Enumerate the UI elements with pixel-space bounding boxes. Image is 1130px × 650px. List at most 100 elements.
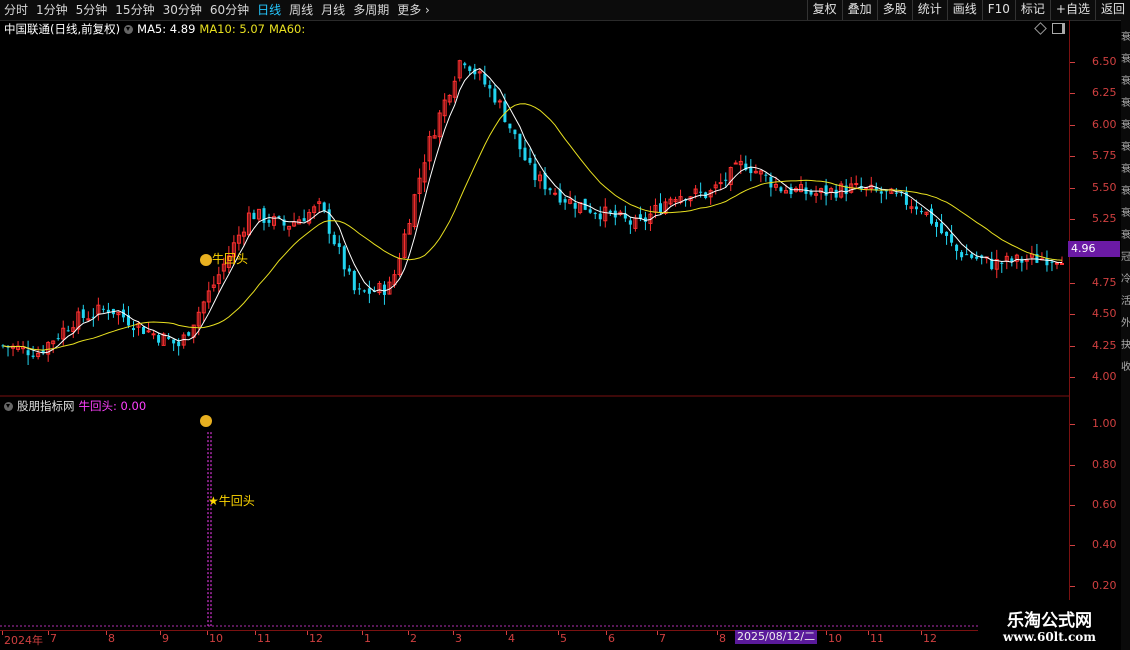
date-tick bbox=[606, 631, 607, 635]
side-char: 衰 bbox=[1121, 32, 1130, 43]
date-label: 11 bbox=[870, 632, 884, 645]
candle-body bbox=[1050, 261, 1054, 263]
candle-body bbox=[1045, 258, 1049, 266]
candle-body bbox=[468, 66, 472, 71]
candle-body bbox=[277, 216, 281, 218]
date-tick bbox=[921, 631, 922, 635]
candle-body bbox=[357, 288, 361, 290]
candle-body bbox=[919, 211, 923, 213]
candle-body bbox=[824, 185, 828, 196]
ma-line-5 bbox=[2, 68, 1063, 354]
candle-body bbox=[497, 100, 502, 103]
candle-body bbox=[302, 218, 306, 222]
candle-body bbox=[177, 341, 181, 347]
candle-body bbox=[588, 209, 592, 213]
date-label: 6 bbox=[608, 632, 615, 645]
money-bag-icon bbox=[200, 415, 212, 427]
date-axis: 2024年789101112123456789101112 bbox=[0, 630, 980, 647]
candle-body bbox=[724, 179, 728, 181]
candle-body bbox=[337, 243, 341, 247]
candle-body bbox=[131, 328, 135, 331]
candle-body bbox=[347, 268, 351, 272]
date-label: 8 bbox=[108, 632, 115, 645]
candle-body bbox=[187, 332, 191, 336]
side-info-strip: 衰衰衰衰衰衰衰衰衰衰冠冷活外抉收 bbox=[1121, 20, 1130, 650]
date-tick bbox=[868, 631, 869, 635]
candle-body bbox=[563, 199, 567, 203]
candle-body bbox=[31, 355, 35, 357]
candle-body bbox=[518, 133, 522, 150]
date-tick bbox=[362, 631, 363, 635]
candle-body bbox=[914, 206, 918, 210]
candle-body bbox=[894, 192, 898, 194]
side-char: 衰 bbox=[1121, 54, 1130, 65]
side-char: 收 bbox=[1121, 362, 1130, 373]
date-label: 12 bbox=[923, 632, 937, 645]
candle-body bbox=[463, 63, 467, 66]
date-tick bbox=[657, 631, 658, 635]
date-label: 5 bbox=[560, 632, 567, 645]
candle-body bbox=[975, 256, 979, 259]
candle-body bbox=[157, 334, 161, 343]
side-char: 衰 bbox=[1121, 142, 1130, 153]
date-label: 1 bbox=[364, 632, 371, 645]
date-label: 3 bbox=[455, 632, 462, 645]
side-char: 衰 bbox=[1121, 230, 1130, 241]
watermark: 乐淘公式网 www.60lt.com bbox=[978, 600, 1121, 650]
candle-body bbox=[940, 223, 944, 234]
date-tick bbox=[2, 631, 3, 635]
candle-body bbox=[955, 244, 959, 251]
candle-body bbox=[945, 231, 949, 236]
candle-body bbox=[172, 339, 176, 344]
candle-body bbox=[573, 203, 577, 209]
candle-body bbox=[81, 309, 85, 318]
date-label: 7 bbox=[659, 632, 666, 645]
date-label: 12 bbox=[309, 632, 323, 645]
side-char: 抉 bbox=[1121, 340, 1130, 351]
candle-body bbox=[488, 85, 492, 89]
sub-signal-marker bbox=[200, 415, 212, 430]
ma-line-20 bbox=[2, 103, 1063, 351]
date-label: 11 bbox=[257, 632, 271, 645]
money-bag-icon bbox=[200, 253, 212, 266]
candle-body bbox=[101, 308, 105, 310]
candle-body bbox=[699, 191, 703, 193]
candle-body bbox=[553, 192, 558, 195]
candle-body bbox=[66, 330, 70, 332]
indicator-axis: 1.00 0.80 0.60 0.40 0.20 bbox=[1070, 0, 1120, 630]
candle-body bbox=[834, 189, 838, 198]
candle-body bbox=[332, 234, 336, 245]
candle-body bbox=[528, 157, 532, 163]
date-tick bbox=[160, 631, 161, 635]
candle-body bbox=[252, 212, 256, 220]
date-tick bbox=[558, 631, 559, 635]
date-tick bbox=[453, 631, 454, 635]
candle-body bbox=[658, 203, 662, 213]
watermark-title: 乐淘公式网 bbox=[1007, 611, 1092, 631]
candle-body bbox=[1060, 263, 1064, 266]
candle-body bbox=[879, 191, 883, 194]
date-label: 10 bbox=[209, 632, 223, 645]
side-char: 衰 bbox=[1121, 76, 1130, 87]
candle-body bbox=[548, 188, 552, 191]
date-tick bbox=[307, 631, 308, 635]
date-label: 7 bbox=[50, 632, 57, 645]
date-tick bbox=[207, 631, 208, 635]
candle-body bbox=[598, 213, 602, 220]
candle-body bbox=[533, 163, 537, 181]
candle-body bbox=[262, 208, 266, 223]
date-tick bbox=[255, 631, 256, 635]
candle-body bbox=[733, 162, 738, 165]
kline-chart[interactable] bbox=[0, 0, 1130, 650]
candle-body bbox=[493, 88, 497, 103]
candle-body bbox=[930, 208, 934, 224]
candle-body bbox=[718, 182, 723, 185]
candle-body bbox=[593, 212, 597, 215]
date-label: 2024年 bbox=[4, 634, 43, 647]
date-label: 2 bbox=[410, 632, 417, 645]
candle-body bbox=[513, 129, 517, 135]
candle-body bbox=[367, 288, 371, 294]
current-price-tag: 4.96 bbox=[1068, 241, 1120, 257]
candle-body bbox=[764, 174, 768, 176]
candle-body bbox=[142, 326, 146, 334]
